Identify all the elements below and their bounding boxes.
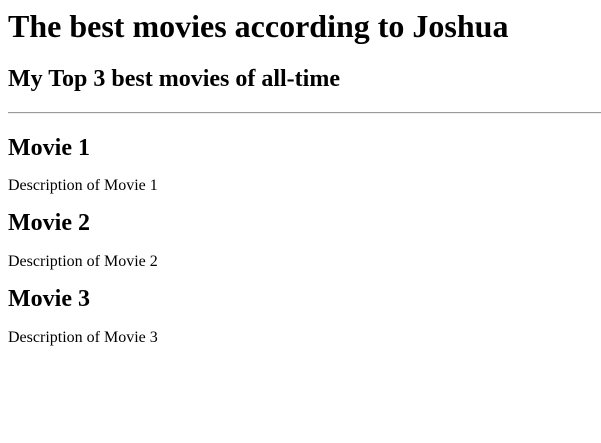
movie-title: Movie 3: [8, 286, 90, 312]
movie-item: Movie 1 Description of Movie 1: [8, 135, 601, 195]
movie-item: Movie 2 Description of Movie 2: [8, 210, 601, 271]
movie-description: Description of Movie 1: [8, 177, 158, 194]
page-content: The best movies according to Joshua My T…: [0, 9, 601, 347]
movie-title: Movie 2: [8, 210, 90, 236]
page-subtitle: My Top 3 best movies of all-time: [8, 66, 340, 92]
movie-item: Movie 3 Description of Movie 3: [8, 286, 601, 347]
divider: [8, 112, 601, 114]
movie-description: Description of Movie 3: [8, 329, 158, 346]
page-title: The best movies according to Joshua: [8, 8, 509, 44]
movie-description: Description of Movie 2: [8, 253, 158, 270]
movie-title: Movie 1: [8, 135, 90, 161]
